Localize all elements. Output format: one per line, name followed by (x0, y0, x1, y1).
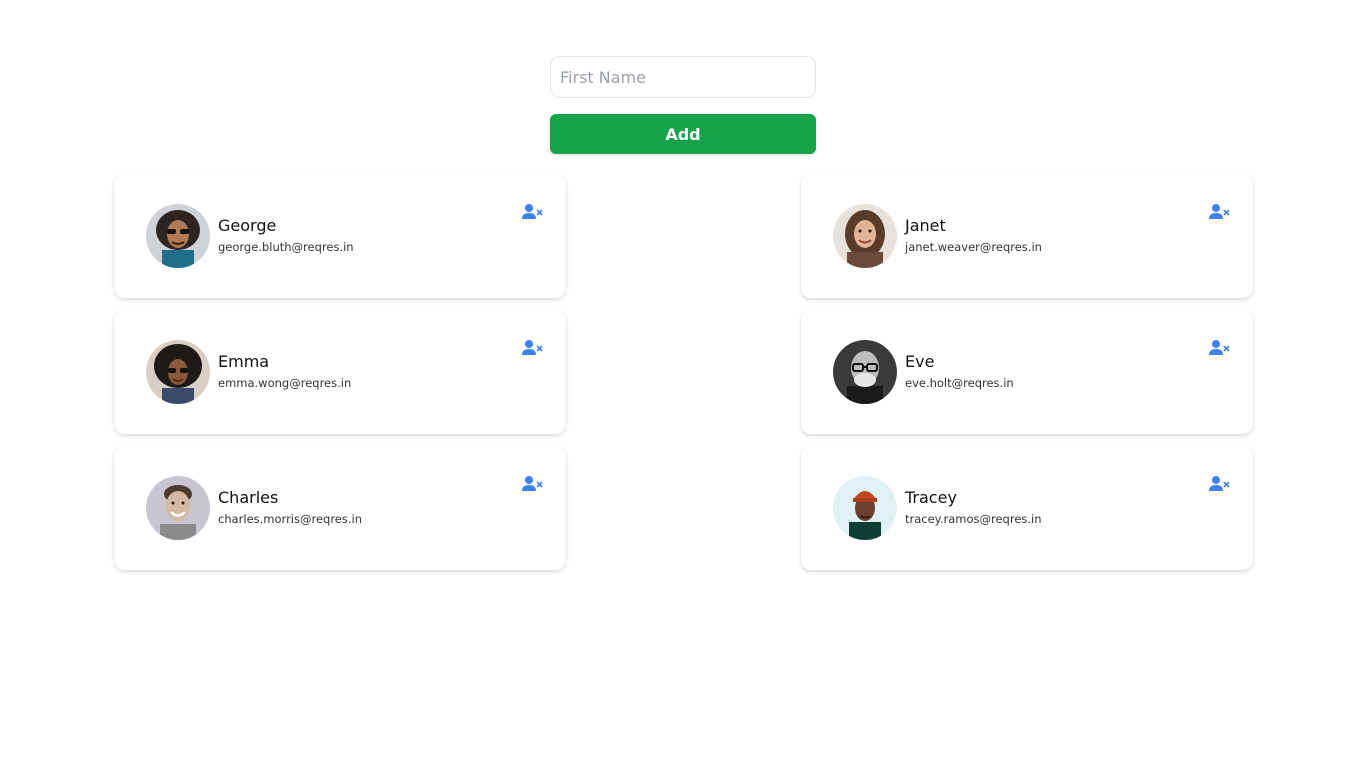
user-email: janet.weaver@reqres.in (905, 240, 1042, 254)
remove-user-button[interactable] (520, 474, 544, 494)
user-remove-icon (1209, 204, 1230, 219)
user-name: Charles (218, 488, 279, 507)
avatar (833, 204, 897, 268)
avatar (146, 340, 210, 404)
avatar (146, 476, 210, 540)
avatar (833, 476, 897, 540)
remove-user-button[interactable] (1207, 338, 1231, 358)
user-name: Emma (218, 352, 270, 371)
user-card: Tracey tracey.ramos@reqres.in (801, 446, 1253, 570)
user-email: charles.morris@reqres.in (218, 512, 363, 526)
user-card: Charles charles.morris@reqres.in (114, 446, 566, 570)
user-email: eve.holt@reqres.in (905, 376, 1014, 390)
user-remove-icon (1209, 340, 1230, 355)
user-remove-icon (1209, 476, 1230, 491)
avatar (833, 340, 897, 404)
user-name: Janet (905, 216, 946, 235)
add-button[interactable]: Add (550, 114, 816, 154)
user-card: Emma emma.wong@reqres.in (114, 310, 566, 434)
remove-user-button[interactable] (520, 202, 544, 222)
remove-user-button[interactable] (1207, 474, 1231, 494)
user-card: Janet janet.weaver@reqres.in (801, 174, 1253, 298)
user-remove-icon (522, 476, 543, 491)
user-email: george.bluth@reqres.in (218, 240, 354, 254)
remove-user-button[interactable] (1207, 202, 1231, 222)
user-remove-icon (522, 204, 543, 219)
remove-user-button[interactable] (520, 338, 544, 358)
user-card: George george.bluth@reqres.in (114, 174, 566, 298)
add-user-form: Add (550, 56, 816, 154)
user-name: George (218, 216, 277, 235)
first-name-input[interactable] (550, 56, 816, 98)
user-email: tracey.ramos@reqres.in (905, 512, 1042, 526)
user-email: emma.wong@reqres.in (218, 376, 352, 390)
avatar (146, 204, 210, 268)
user-remove-icon (522, 340, 543, 355)
user-name: Eve (905, 352, 935, 371)
user-card: Eve eve.holt@reqres.in (801, 310, 1253, 434)
user-name: Tracey (905, 488, 957, 507)
